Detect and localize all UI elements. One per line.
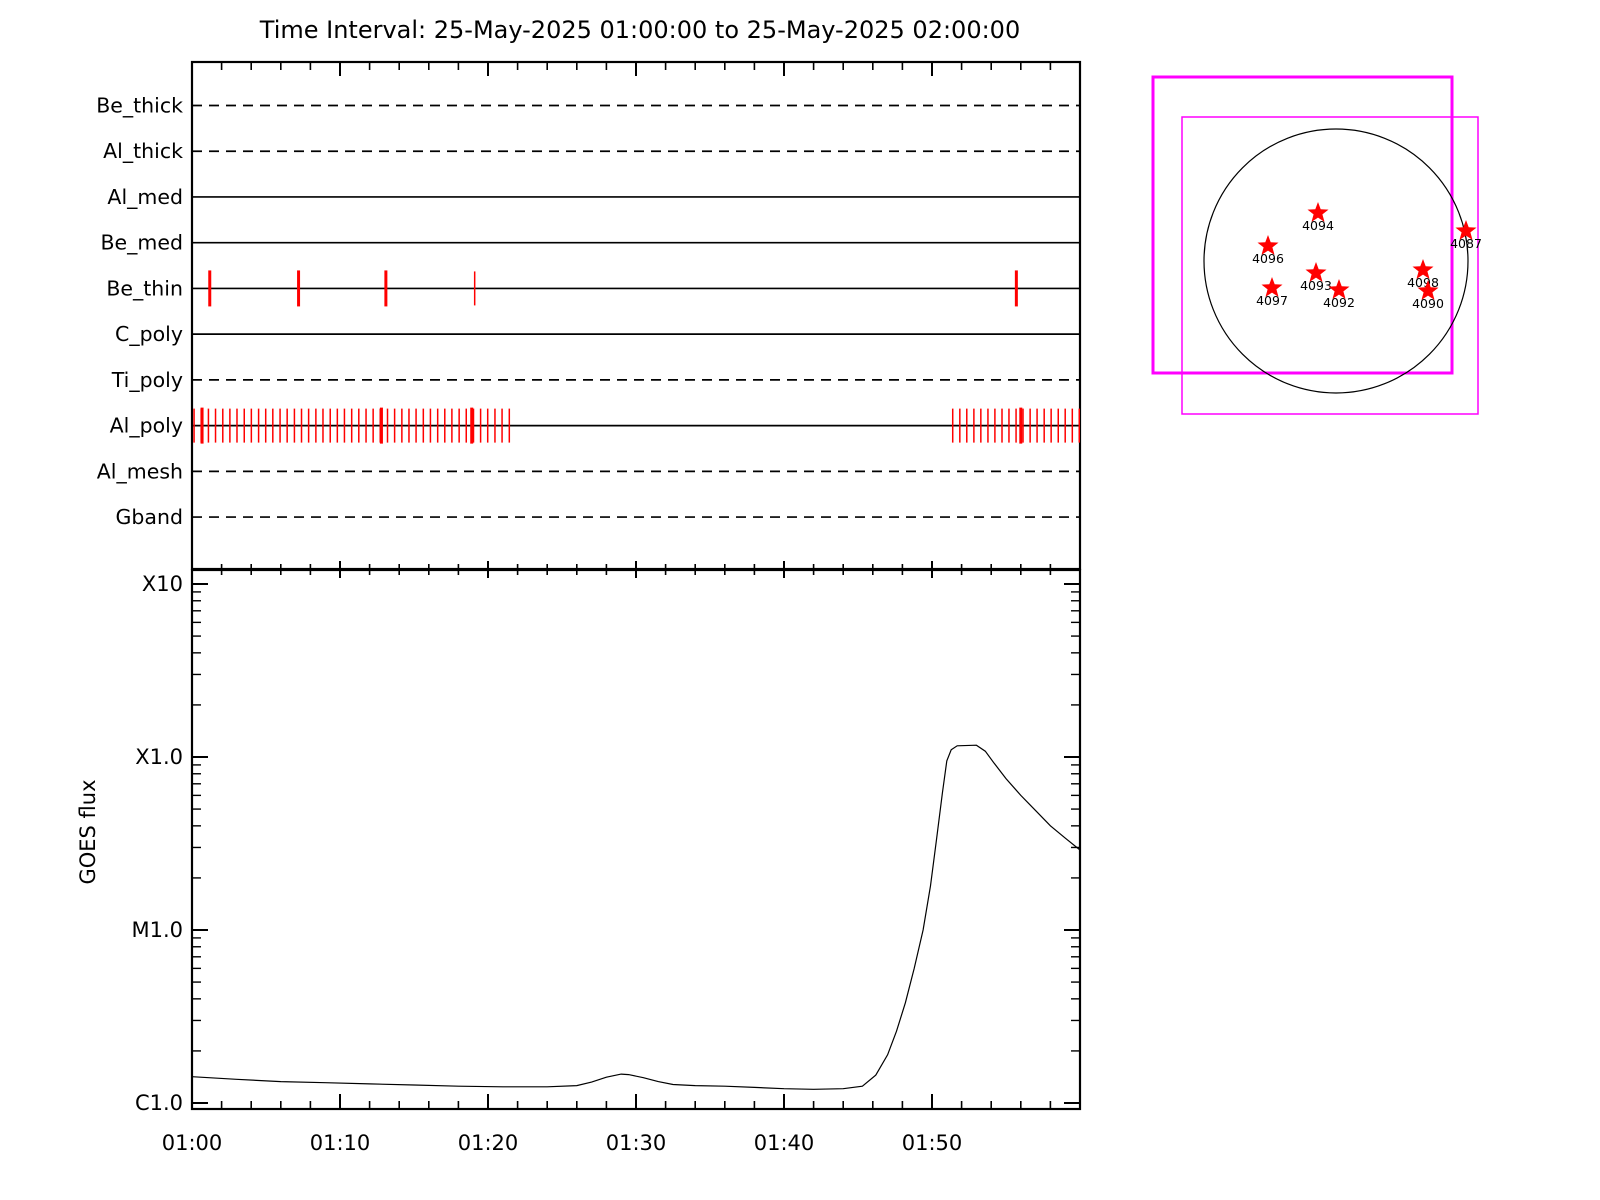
goes-flux-panel	[192, 570, 1080, 1109]
filter-row-label: Al_mesh	[97, 459, 183, 484]
y-tick-label: M1.0	[131, 918, 183, 942]
y-tick-label: X10	[142, 572, 183, 596]
y-tick-label: X1.0	[135, 745, 183, 769]
filter-row-label: Al_poly	[110, 414, 183, 439]
plot-title: Time Interval: 25-May-2025 01:00:00 to 2…	[150, 16, 1130, 44]
x-tick-label: 01:20	[458, 1131, 519, 1155]
filter-row-label: C_poly	[115, 322, 183, 347]
screenshot-root: Time Interval: 25-May-2025 01:00:00 to 2…	[0, 0, 1600, 1200]
ar-label: 4093	[1300, 278, 1332, 293]
filter-row-label: Al_thick	[103, 139, 183, 164]
x-tick-label: 01:50	[902, 1131, 963, 1155]
filter-timeline-panel	[192, 62, 1080, 569]
ar-label: 4092	[1323, 295, 1355, 310]
y-tick-label: C1.0	[135, 1091, 183, 1115]
fov-box-2	[1182, 117, 1478, 414]
filter-row-label: Be_thin	[106, 276, 183, 301]
ar-label: 4096	[1252, 251, 1284, 266]
x-tick-label: 01:40	[754, 1131, 815, 1155]
goes-flux-axis-title: GOES flux	[76, 779, 100, 884]
x-tick-label: 01:30	[606, 1131, 667, 1155]
ar-label: 4087	[1450, 236, 1482, 251]
filter-row-label: Ti_poly	[111, 368, 183, 393]
filter-row-label: Be_thick	[96, 94, 183, 119]
solar-disk	[1204, 129, 1468, 393]
observation-plot-canvas: Be_thick Al_thick Al_med Be_med Be_thin C_pol…	[0, 0, 1600, 1200]
x-tick-label: 01:00	[162, 1131, 223, 1155]
goes-flux-curve	[192, 745, 1080, 1089]
filter-row-label: Al_med	[107, 185, 183, 210]
filter-row-label: Gband	[116, 505, 183, 529]
ar-label: 4097	[1256, 293, 1288, 308]
x-tick-label: 01:10	[310, 1131, 371, 1155]
filter-row-label: Be_med	[100, 231, 183, 256]
ar-label: 4090	[1412, 296, 1444, 311]
ar-label: 4094	[1302, 218, 1334, 233]
